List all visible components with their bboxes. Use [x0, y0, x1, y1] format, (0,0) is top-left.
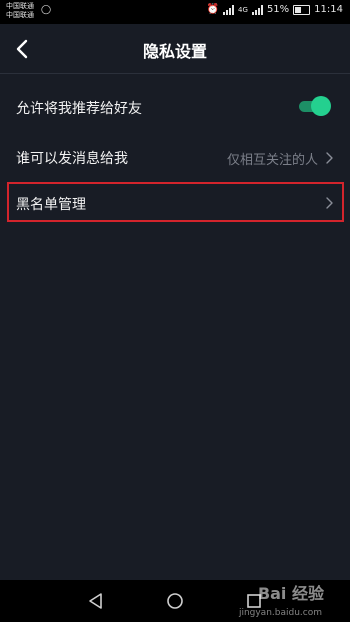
nav-home-button[interactable] [165, 591, 185, 611]
network-type: 4G [238, 5, 248, 14]
circle-home-icon [167, 593, 183, 609]
recommend-toggle[interactable] [299, 96, 331, 116]
carrier-line-1: 中国联通 [6, 2, 34, 10]
toggle-knob [311, 96, 331, 116]
signal-icon-2 [251, 4, 263, 15]
setting-row-messages[interactable]: 谁可以发消息给我 仅相互关注的人 [0, 132, 350, 182]
messages-label: 谁可以发消息给我 [16, 151, 128, 167]
status-bar: 中国联通 中国联通 ◯ ⏰ 4G 51% 11:14 [0, 0, 350, 24]
triangle-back-icon [89, 593, 102, 609]
battery-icon [293, 4, 311, 15]
carrier-text: 中国联通 中国联通 [6, 2, 34, 20]
messages-value: 仅相互关注的人 [226, 153, 318, 168]
page-title: 隐私设置 [142, 42, 207, 61]
status-icons: ⏰ 4G 51% 11:14 [207, 4, 343, 15]
chevron-right-icon [324, 150, 334, 164]
setting-row-recommend: 允许将我推荐给好友 [0, 82, 350, 132]
header: 隐私设置 [0, 24, 350, 74]
battery-percent: 51% [266, 4, 290, 15]
signal-icon [223, 4, 235, 15]
baidu-watermark-url: jingyan.baidu.com [238, 608, 322, 618]
clock: 11:14 [314, 4, 343, 15]
nav-back-button[interactable] [86, 591, 106, 611]
baidu-watermark-logo: Bai 经验 [257, 584, 324, 603]
alarm-icon: ⏰ [206, 4, 220, 15]
recommend-label: 允许将我推荐给好友 [16, 101, 142, 117]
navigation-bar: Bai 经验 jingyan.baidu.com [0, 580, 350, 622]
header-divider [0, 73, 350, 74]
highlight-box [7, 182, 344, 222]
weibo-notification-icon: ◯ [41, 5, 52, 15]
carrier-line-2: 中国联通 [6, 11, 34, 19]
